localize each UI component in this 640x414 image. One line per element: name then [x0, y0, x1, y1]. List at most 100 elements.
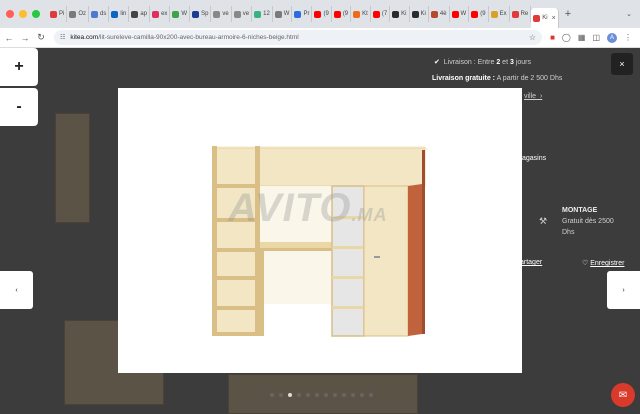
browser-tab[interactable]: (9	[312, 6, 332, 22]
browser-tab[interactable]: lin	[109, 6, 130, 22]
pagination-dot[interactable]	[333, 393, 337, 397]
watermark: AVITO.MA	[228, 186, 388, 230]
tab-label: Re	[520, 11, 529, 17]
profile-avatar[interactable]: A	[607, 32, 617, 43]
maximize-window-button[interactable]	[32, 10, 40, 18]
shield-icon[interactable]: ◯	[562, 33, 571, 42]
pagination-dot[interactable]	[369, 393, 373, 397]
back-icon[interactable]: ←	[2, 33, 16, 43]
tab-favicon-icon	[50, 10, 57, 18]
browser-tab-strip: Pi Oz ds lin ap ex W Sp ve ve 12 W Pr (9 (9 Kt (7 Ki Ki 4è W…	[0, 0, 640, 28]
tab-favicon-icon	[69, 10, 77, 18]
zoom-in-button[interactable]: +	[0, 48, 38, 86]
browser-tab[interactable]: 4è	[429, 6, 450, 22]
tab-label: Ki	[401, 11, 407, 17]
wardrobe-side	[408, 184, 422, 336]
puzzle-icon[interactable]: ▦	[578, 33, 586, 42]
pagination-dot[interactable]	[360, 393, 364, 397]
browser-tab[interactable]: (9	[332, 6, 352, 22]
browser-tab[interactable]: (9	[469, 6, 489, 22]
sidebar-icon[interactable]: ◫	[592, 33, 600, 42]
tab-favicon-icon	[192, 10, 200, 18]
tab-favicon-icon	[294, 10, 302, 18]
browser-tab[interactable]: 12	[252, 6, 273, 22]
tab-label: W	[181, 11, 188, 17]
ladder-post-right	[255, 146, 260, 336]
city-link[interactable]: ville ›	[524, 93, 542, 100]
chat-bubble-icon[interactable]: ✉	[611, 383, 635, 407]
browser-tab[interactable]: Ki	[390, 6, 410, 22]
bookmark-star-icon[interactable]: ☆	[529, 33, 536, 42]
browser-tab[interactable]: (7	[371, 6, 391, 22]
tab-label: (7	[381, 11, 388, 17]
ladder-step	[217, 332, 255, 336]
tab-favicon-icon	[333, 10, 341, 18]
browser-tab[interactable]: Ki	[410, 6, 429, 22]
browser-tab[interactable]: ve	[232, 6, 253, 22]
pagination-dot[interactable]	[279, 393, 283, 397]
minimize-window-button[interactable]	[19, 10, 27, 18]
reload-icon[interactable]: ↻	[34, 32, 48, 43]
tab-favicon-icon	[314, 10, 322, 18]
tab-label: lin	[120, 11, 127, 17]
save-link[interactable]: ♡ Enregistrer	[582, 259, 624, 267]
next-image-button[interactable]: ›	[607, 271, 640, 309]
new-tab-button[interactable]: +	[559, 8, 577, 20]
browser-tab[interactable]: Ex	[489, 6, 510, 22]
tab-label: (9	[480, 11, 486, 17]
wardrobe-handle	[374, 256, 380, 258]
browser-tab[interactable]: Re	[510, 6, 532, 22]
close-lightbox-button[interactable]: ×	[611, 53, 633, 75]
tab-label: (9	[323, 11, 329, 17]
tab-label: Ki	[542, 15, 548, 21]
tab-search-icon[interactable]: ⌄	[626, 10, 640, 18]
delivery-info: ✔ Livraison : Entre 2 et 3 jours	[434, 59, 532, 66]
browser-tab[interactable]: Ki ×	[531, 8, 559, 28]
image-pagination	[270, 393, 373, 397]
browser-tab[interactable]: W	[273, 6, 293, 22]
pagination-dot[interactable]	[297, 393, 301, 397]
browser-tab[interactable]: ds	[89, 6, 110, 22]
desk-leg	[260, 251, 264, 336]
tab-favicon-icon	[233, 10, 241, 18]
browser-tab[interactable]: ap	[129, 6, 151, 22]
browser-tab[interactable]: Pr	[292, 6, 313, 22]
browser-tab[interactable]: Kt	[351, 6, 371, 22]
url-host: kitea.com	[70, 34, 99, 41]
tab-label: Oz	[78, 11, 87, 17]
browser-tab[interactable]: W	[170, 6, 191, 22]
browser-tab[interactable]: W	[450, 6, 470, 22]
pagination-dot[interactable]	[288, 393, 292, 397]
tab-favicon-icon	[172, 10, 180, 18]
browser-tab[interactable]: ex	[150, 6, 171, 22]
tab-label: ve	[222, 11, 229, 17]
browser-tab[interactable]: Pi	[48, 6, 68, 22]
menu-icon[interactable]: ⋮	[624, 33, 632, 42]
pagination-dot[interactable]	[270, 393, 274, 397]
browser-tab[interactable]: Oz	[67, 6, 90, 22]
montage-label: MONTAGE	[562, 207, 598, 214]
pagination-dot[interactable]	[324, 393, 328, 397]
tab-favicon-icon	[91, 10, 99, 18]
share-link[interactable]: artager	[520, 259, 542, 266]
pagination-dot[interactable]	[315, 393, 319, 397]
previous-image-button[interactable]: ‹	[0, 271, 33, 309]
close-window-button[interactable]	[6, 10, 14, 18]
pagination-dot[interactable]	[342, 393, 346, 397]
tab-favicon-icon	[111, 10, 119, 18]
address-bar[interactable]: ☷ kitea.com /lit-sureleve-camilla-90x200…	[54, 30, 543, 45]
pagination-dot[interactable]	[351, 393, 355, 397]
extension-icon[interactable]: ■	[550, 33, 555, 42]
browser-tab[interactable]: ve	[211, 6, 232, 22]
free-delivery-info: Livraison gratuite : A partir de 2 500 D…	[432, 75, 563, 82]
forward-icon[interactable]: →	[18, 33, 32, 43]
site-info-icon[interactable]: ☷	[60, 34, 65, 41]
tab-label: 12	[263, 11, 270, 17]
close-tab-icon[interactable]: ×	[552, 15, 556, 22]
tab-favicon-icon	[353, 10, 361, 18]
pagination-dot[interactable]	[306, 393, 310, 397]
stores-link[interactable]: agasins	[522, 155, 546, 162]
browser-tab[interactable]: Sp	[190, 6, 212, 22]
tab-label: ap	[140, 11, 148, 17]
zoom-out-button[interactable]: -	[0, 88, 38, 126]
